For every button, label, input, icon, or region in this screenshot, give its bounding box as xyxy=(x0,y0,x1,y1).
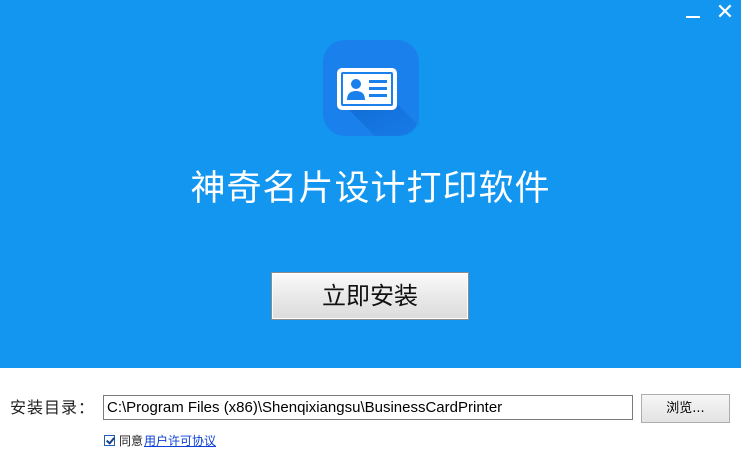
agree-checkbox[interactable] xyxy=(104,434,115,446)
license-agreement-link[interactable]: 用户许可协议 xyxy=(144,432,216,449)
agreement-row: 同意 用户许可协议 xyxy=(104,432,216,448)
install-dir-label: 安装目录： xyxy=(10,398,96,417)
header-panel: ✕ 神奇名片设计打印软件 立即安装 xyxy=(0,0,741,368)
browse-button[interactable]: 浏览... xyxy=(641,394,730,423)
close-button[interactable]: ✕ xyxy=(712,2,738,24)
close-icon: ✕ xyxy=(715,0,735,25)
business-card-icon xyxy=(323,40,419,136)
install-dir-input[interactable]: C:\Program Files (x86)\Shenqixiangsu\Bus… xyxy=(103,395,633,420)
app-title: 神奇名片设计打印软件 xyxy=(190,169,551,209)
install-now-button[interactable]: 立即安装 xyxy=(271,272,469,320)
minimize-icon xyxy=(686,16,700,18)
agree-label: 同意 xyxy=(119,433,144,448)
minimize-button[interactable] xyxy=(680,2,706,24)
